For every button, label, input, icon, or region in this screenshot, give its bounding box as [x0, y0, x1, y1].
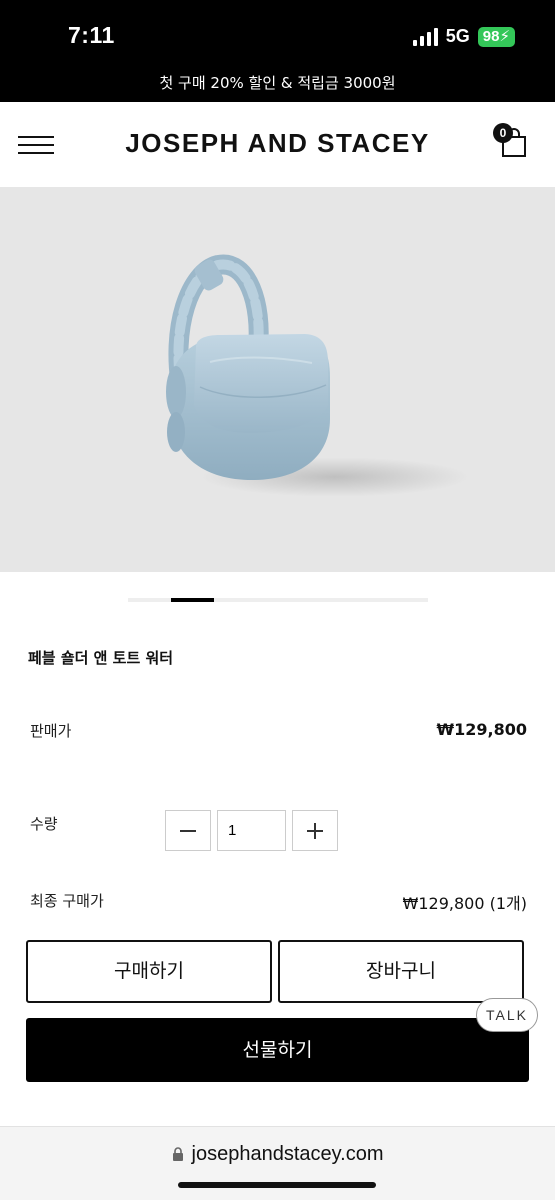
total-label: 최종 구매가: [30, 892, 104, 910]
url-display[interactable]: josephandstacey.com: [0, 1143, 555, 1166]
kakao-talk-chat-button[interactable]: TALK: [476, 998, 538, 1032]
total-value: ₩129,800 (1개): [402, 894, 527, 913]
carousel-active-indicator: [170, 598, 214, 602]
browser-address-bar: josephandstacey.com: [0, 1126, 555, 1200]
signal-icon: [412, 27, 438, 46]
battery-icon: 98⚡: [477, 26, 515, 47]
add-to-cart-button[interactable]: 장바구니: [278, 940, 524, 1003]
promo-banner[interactable]: 첫 구매 20% 할인 & 적립금 3000원: [0, 66, 555, 102]
quantity-decrease-button[interactable]: [165, 810, 211, 851]
quantity-label: 수량: [30, 815, 58, 833]
product-title: 페블 숄더 앤 토트 워터: [28, 649, 174, 667]
quantity-stepper: [165, 810, 338, 851]
price-value: ₩129,800: [436, 720, 527, 739]
status-bar: 7:11 5G 98⚡: [0, 0, 555, 66]
quantity-input[interactable]: [217, 810, 286, 851]
image-carousel-pager[interactable]: [128, 598, 428, 602]
home-indicator[interactable]: [178, 1182, 376, 1188]
lock-icon: [172, 1147, 183, 1161]
product-image[interactable]: [0, 187, 555, 572]
plus-icon: [307, 822, 323, 839]
brand-logo[interactable]: JOSEPH AND STACEY: [0, 128, 555, 159]
network-type: 5G: [445, 26, 470, 46]
status-time: 7:11: [68, 22, 115, 48]
cart-button[interactable]: 0: [493, 123, 529, 158]
site-header: JOSEPH AND STACEY 0: [0, 102, 555, 187]
status-indicators: 5G 98⚡: [412, 26, 515, 47]
shoulder-bag-icon: [166, 254, 330, 481]
url-text: josephandstacey.com: [191, 1143, 384, 1165]
cart-count-badge: 0: [493, 123, 513, 143]
battery-level: 98: [482, 27, 500, 45]
quantity-increase-button[interactable]: [292, 810, 338, 851]
buy-now-button[interactable]: 구매하기: [26, 940, 272, 1003]
minus-icon: [180, 829, 196, 832]
price-label: 판매가: [30, 722, 72, 740]
charging-icon: ⚡: [499, 27, 510, 45]
gift-button[interactable]: 선물하기: [26, 1018, 529, 1082]
